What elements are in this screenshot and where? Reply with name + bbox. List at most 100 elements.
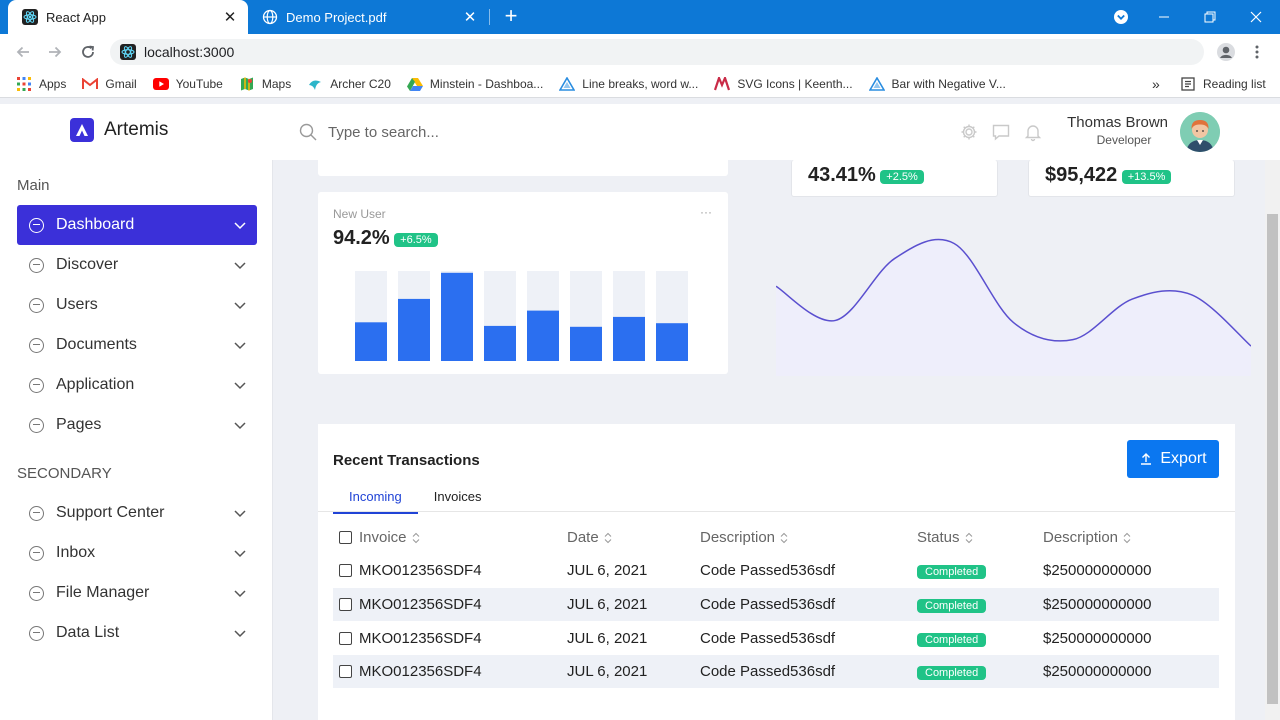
column-header-status[interactable]: Status xyxy=(917,529,973,546)
amount-cell: $250000000000 xyxy=(1043,663,1152,680)
bookmark-line-breaks[interactable]: Line breaks, word w... xyxy=(551,73,706,95)
description-cell: Code Passed536sdf xyxy=(700,596,836,613)
brand[interactable]: Artemis xyxy=(70,118,168,142)
amount-cell: $250000000000 xyxy=(1043,596,1152,613)
export-button[interactable]: Export xyxy=(1127,440,1219,478)
close-icon[interactable]: ✕ xyxy=(222,9,238,26)
archer-icon xyxy=(307,76,323,92)
profile-icon xyxy=(1217,43,1235,61)
table-row[interactable]: MKO012356SDF4 JUL 6, 2021 Code Passed536… xyxy=(333,622,1219,655)
triangle-icon xyxy=(559,76,576,92)
status-badge: Completed xyxy=(917,666,987,680)
table-row[interactable]: MKO012356SDF4 JUL 6, 2021 Code Passed536… xyxy=(333,588,1219,621)
sidebar-section-main: Main xyxy=(17,177,50,194)
invoice-cell: MKO012356SDF4 xyxy=(359,663,482,680)
new-tab-button[interactable]: + xyxy=(500,5,522,28)
sidebar-item-support-center[interactable]: Support Center xyxy=(17,493,257,533)
profile-button[interactable] xyxy=(1215,41,1237,63)
stat-b-value: $95,422 xyxy=(1045,164,1118,186)
collapse-circle-icon xyxy=(29,505,44,521)
tab-separator xyxy=(489,9,490,25)
tab-react-app[interactable]: React App ✕ xyxy=(8,0,248,34)
close-window-button[interactable] xyxy=(1242,0,1270,34)
table-header-row: Invoice Date Description Status Descript… xyxy=(333,521,1219,554)
bookmark-bar-negative[interactable]: Bar with Negative V... xyxy=(861,73,1014,95)
tab-search-button[interactable] xyxy=(1108,0,1134,34)
sidebar-item-users[interactable]: Users xyxy=(17,285,257,325)
row-checkbox[interactable] xyxy=(339,598,352,611)
bookmark-youtube[interactable]: YouTube xyxy=(145,73,231,95)
minimize-button[interactable] xyxy=(1150,0,1178,34)
bookmark-minstein[interactable]: Minstein - Dashboa... xyxy=(399,73,551,95)
bookmark-label: Archer C20 xyxy=(330,76,391,91)
sidebar-item-application[interactable]: Application xyxy=(17,365,257,405)
settings-icon[interactable] xyxy=(959,122,979,142)
collapse-circle-icon xyxy=(29,417,44,433)
sidebar-item-label: Pages xyxy=(56,416,102,433)
tab-title: Demo Project.pdf xyxy=(286,9,387,25)
select-all-checkbox[interactable] xyxy=(339,531,352,544)
user-info[interactable]: Thomas Brown Developer xyxy=(1050,114,1168,147)
date-cell: JUL 6, 2021 xyxy=(567,630,648,647)
row-checkbox[interactable] xyxy=(339,632,352,645)
message-icon[interactable] xyxy=(991,122,1011,142)
address-input[interactable]: localhost:3000 xyxy=(110,39,1204,65)
apps-grid-icon xyxy=(16,76,32,92)
chevron-down-icon xyxy=(234,222,246,230)
invoice-cell: MKO012356SDF4 xyxy=(359,562,482,579)
search-input[interactable] xyxy=(328,123,528,141)
triangle-icon xyxy=(868,76,885,92)
transactions-tabs: Incoming Invoices xyxy=(333,486,497,514)
tab-invoices[interactable]: Invoices xyxy=(418,486,498,514)
maps-icon xyxy=(239,76,255,92)
forward-button[interactable] xyxy=(44,41,66,63)
export-label: Export xyxy=(1160,450,1207,467)
sidebar-item-pages[interactable]: Pages xyxy=(17,405,257,445)
column-header-invoice[interactable]: Invoice xyxy=(359,529,420,546)
back-button[interactable] xyxy=(12,41,34,63)
table-row[interactable]: MKO012356SDF4 JUL 6, 2021 Code Passed536… xyxy=(333,655,1219,688)
bookmarks-bar: Apps Gmail YouTube Maps Archer C20 Minst… xyxy=(0,70,1280,98)
bookmark-gmail[interactable]: Gmail xyxy=(74,73,144,95)
sidebar-item-documents[interactable]: Documents xyxy=(17,325,257,365)
avatar[interactable] xyxy=(1180,112,1220,152)
sidebar-section-secondary: SECONDARY xyxy=(17,465,112,482)
sidebar-item-data-list[interactable]: Data List xyxy=(17,613,257,653)
tab-incoming[interactable]: Incoming xyxy=(333,486,418,514)
sidebar-item-discover[interactable]: Discover xyxy=(17,245,257,285)
invoice-cell: MKO012356SDF4 xyxy=(359,596,482,613)
sidebar-item-dashboard[interactable]: Dashboard xyxy=(17,205,257,245)
reload-button[interactable] xyxy=(77,41,99,63)
column-header-amount[interactable]: Description xyxy=(1043,529,1131,546)
tab-demo-project[interactable]: Demo Project.pdf ✕ xyxy=(252,0,488,34)
column-header-date[interactable]: Date xyxy=(567,529,612,546)
row-checkbox[interactable] xyxy=(339,665,352,678)
amount-cell: $250000000000 xyxy=(1043,630,1152,647)
column-header-description[interactable]: Description xyxy=(700,529,788,546)
chevron-down-icon xyxy=(234,422,246,430)
collapse-circle-icon xyxy=(29,585,44,601)
row-checkbox[interactable] xyxy=(339,564,352,577)
sidebar-item-label: Dashboard xyxy=(56,216,135,233)
bookmark-maps[interactable]: Maps xyxy=(231,73,299,95)
stat-a-value: 43.41% xyxy=(808,164,876,186)
bell-icon[interactable] xyxy=(1023,122,1043,142)
bookmark-archer[interactable]: Archer C20 xyxy=(299,73,399,95)
bookmark-svg-icons[interactable]: SVG Icons | Keenth... xyxy=(706,73,860,95)
upload-icon xyxy=(1141,453,1152,465)
close-icon[interactable]: ✕ xyxy=(462,9,478,26)
sidebar-item-inbox[interactable]: Inbox xyxy=(17,533,257,573)
reading-list-button[interactable]: Reading list xyxy=(1172,73,1274,95)
restore-button[interactable] xyxy=(1196,0,1224,34)
browser-menu-button[interactable] xyxy=(1246,41,1268,63)
bookmarks-overflow-button[interactable]: » xyxy=(1144,73,1168,95)
scrollbar-thumb[interactable] xyxy=(1267,214,1278,704)
sidebar-item-file-manager[interactable]: File Manager xyxy=(17,573,257,613)
collapse-circle-icon xyxy=(29,337,44,353)
bar xyxy=(527,310,559,361)
bookmark-apps[interactable]: Apps xyxy=(8,73,74,95)
artemis-logo-icon xyxy=(70,118,94,142)
chevron-down-icon xyxy=(234,550,246,558)
table-row[interactable]: MKO012356SDF4 JUL 6, 2021 Code Passed536… xyxy=(333,554,1219,587)
sort-icon xyxy=(1123,532,1131,544)
